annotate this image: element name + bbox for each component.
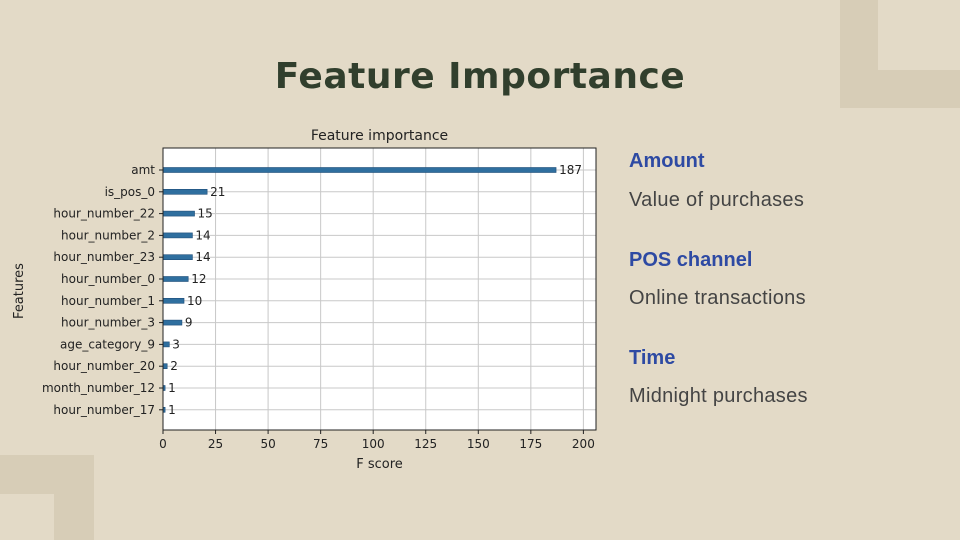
x-tick-label: 125 xyxy=(414,437,437,451)
chart-title: Feature importance xyxy=(311,128,448,144)
bar xyxy=(162,297,185,304)
bar-value-label: 14 xyxy=(195,228,210,242)
bar xyxy=(162,319,183,326)
sidebar-text-pos-channel: Online transactions xyxy=(629,287,806,309)
feature-importance-chart: 187211514141210932110 25 50 75 100 125 150 175 2… xyxy=(12,128,597,472)
y-tick-label: age_category_9 xyxy=(60,337,155,351)
x-tick-label: 200 xyxy=(572,437,595,451)
y-axis-label: Features xyxy=(12,263,27,319)
y-tick-label: hour_number_0 xyxy=(61,272,155,286)
x-axis-label: F score xyxy=(356,457,403,472)
sidebar-heading-pos-channel: POS channel xyxy=(629,249,753,271)
x-tick-label: 100 xyxy=(362,437,385,451)
x-tick-label: 25 xyxy=(208,437,223,451)
x-tick-label: 50 xyxy=(260,437,275,451)
y-tick-label: hour_number_20 xyxy=(53,359,155,373)
bar xyxy=(162,167,557,173)
x-tick-label: 175 xyxy=(519,437,542,451)
bar-value-label: 9 xyxy=(185,316,193,330)
x-tick-label: 0 xyxy=(159,437,167,451)
y-tick-label: is_pos_0 xyxy=(105,185,155,199)
bar-value-label: 15 xyxy=(198,207,213,221)
sidebar-text-time: Midnight purchases xyxy=(629,385,808,407)
x-tick-label: 75 xyxy=(313,437,328,451)
y-tick-label: hour_number_2 xyxy=(61,228,155,242)
bar-value-label: 187 xyxy=(559,163,582,177)
y-tick-label: hour_number_3 xyxy=(61,316,155,330)
sidebar-text-amount: Value of purchases xyxy=(629,189,805,211)
y-tick-label: hour_number_1 xyxy=(61,294,155,308)
bar-value-label: 14 xyxy=(195,250,210,264)
y-tick-label: amt xyxy=(131,163,155,177)
bar xyxy=(162,232,193,239)
bar-value-label: 21 xyxy=(210,185,225,199)
y-tick-label: hour_number_22 xyxy=(53,207,155,221)
bar xyxy=(162,189,208,195)
bar-value-label: 3 xyxy=(172,337,180,351)
bar-value-label: 2 xyxy=(170,359,178,373)
bar xyxy=(162,254,193,260)
bar xyxy=(162,276,189,282)
y-tick-label: hour_number_17 xyxy=(53,403,155,417)
bar xyxy=(162,210,195,217)
y-tick-label: month_number_12 xyxy=(42,381,155,395)
bar xyxy=(162,341,170,348)
y-tick-label: hour_number_23 xyxy=(53,250,155,264)
sidebar-heading-time: Time xyxy=(629,347,676,369)
bar-value-label: 12 xyxy=(191,272,206,286)
bar xyxy=(162,363,168,370)
sidebar-heading-amount: Amount xyxy=(629,150,705,172)
bar-value-label: 1 xyxy=(168,403,176,417)
bar-value-label: 1 xyxy=(168,381,176,395)
x-tick-label: 150 xyxy=(467,437,490,451)
bar-value-label: 10 xyxy=(187,294,202,308)
